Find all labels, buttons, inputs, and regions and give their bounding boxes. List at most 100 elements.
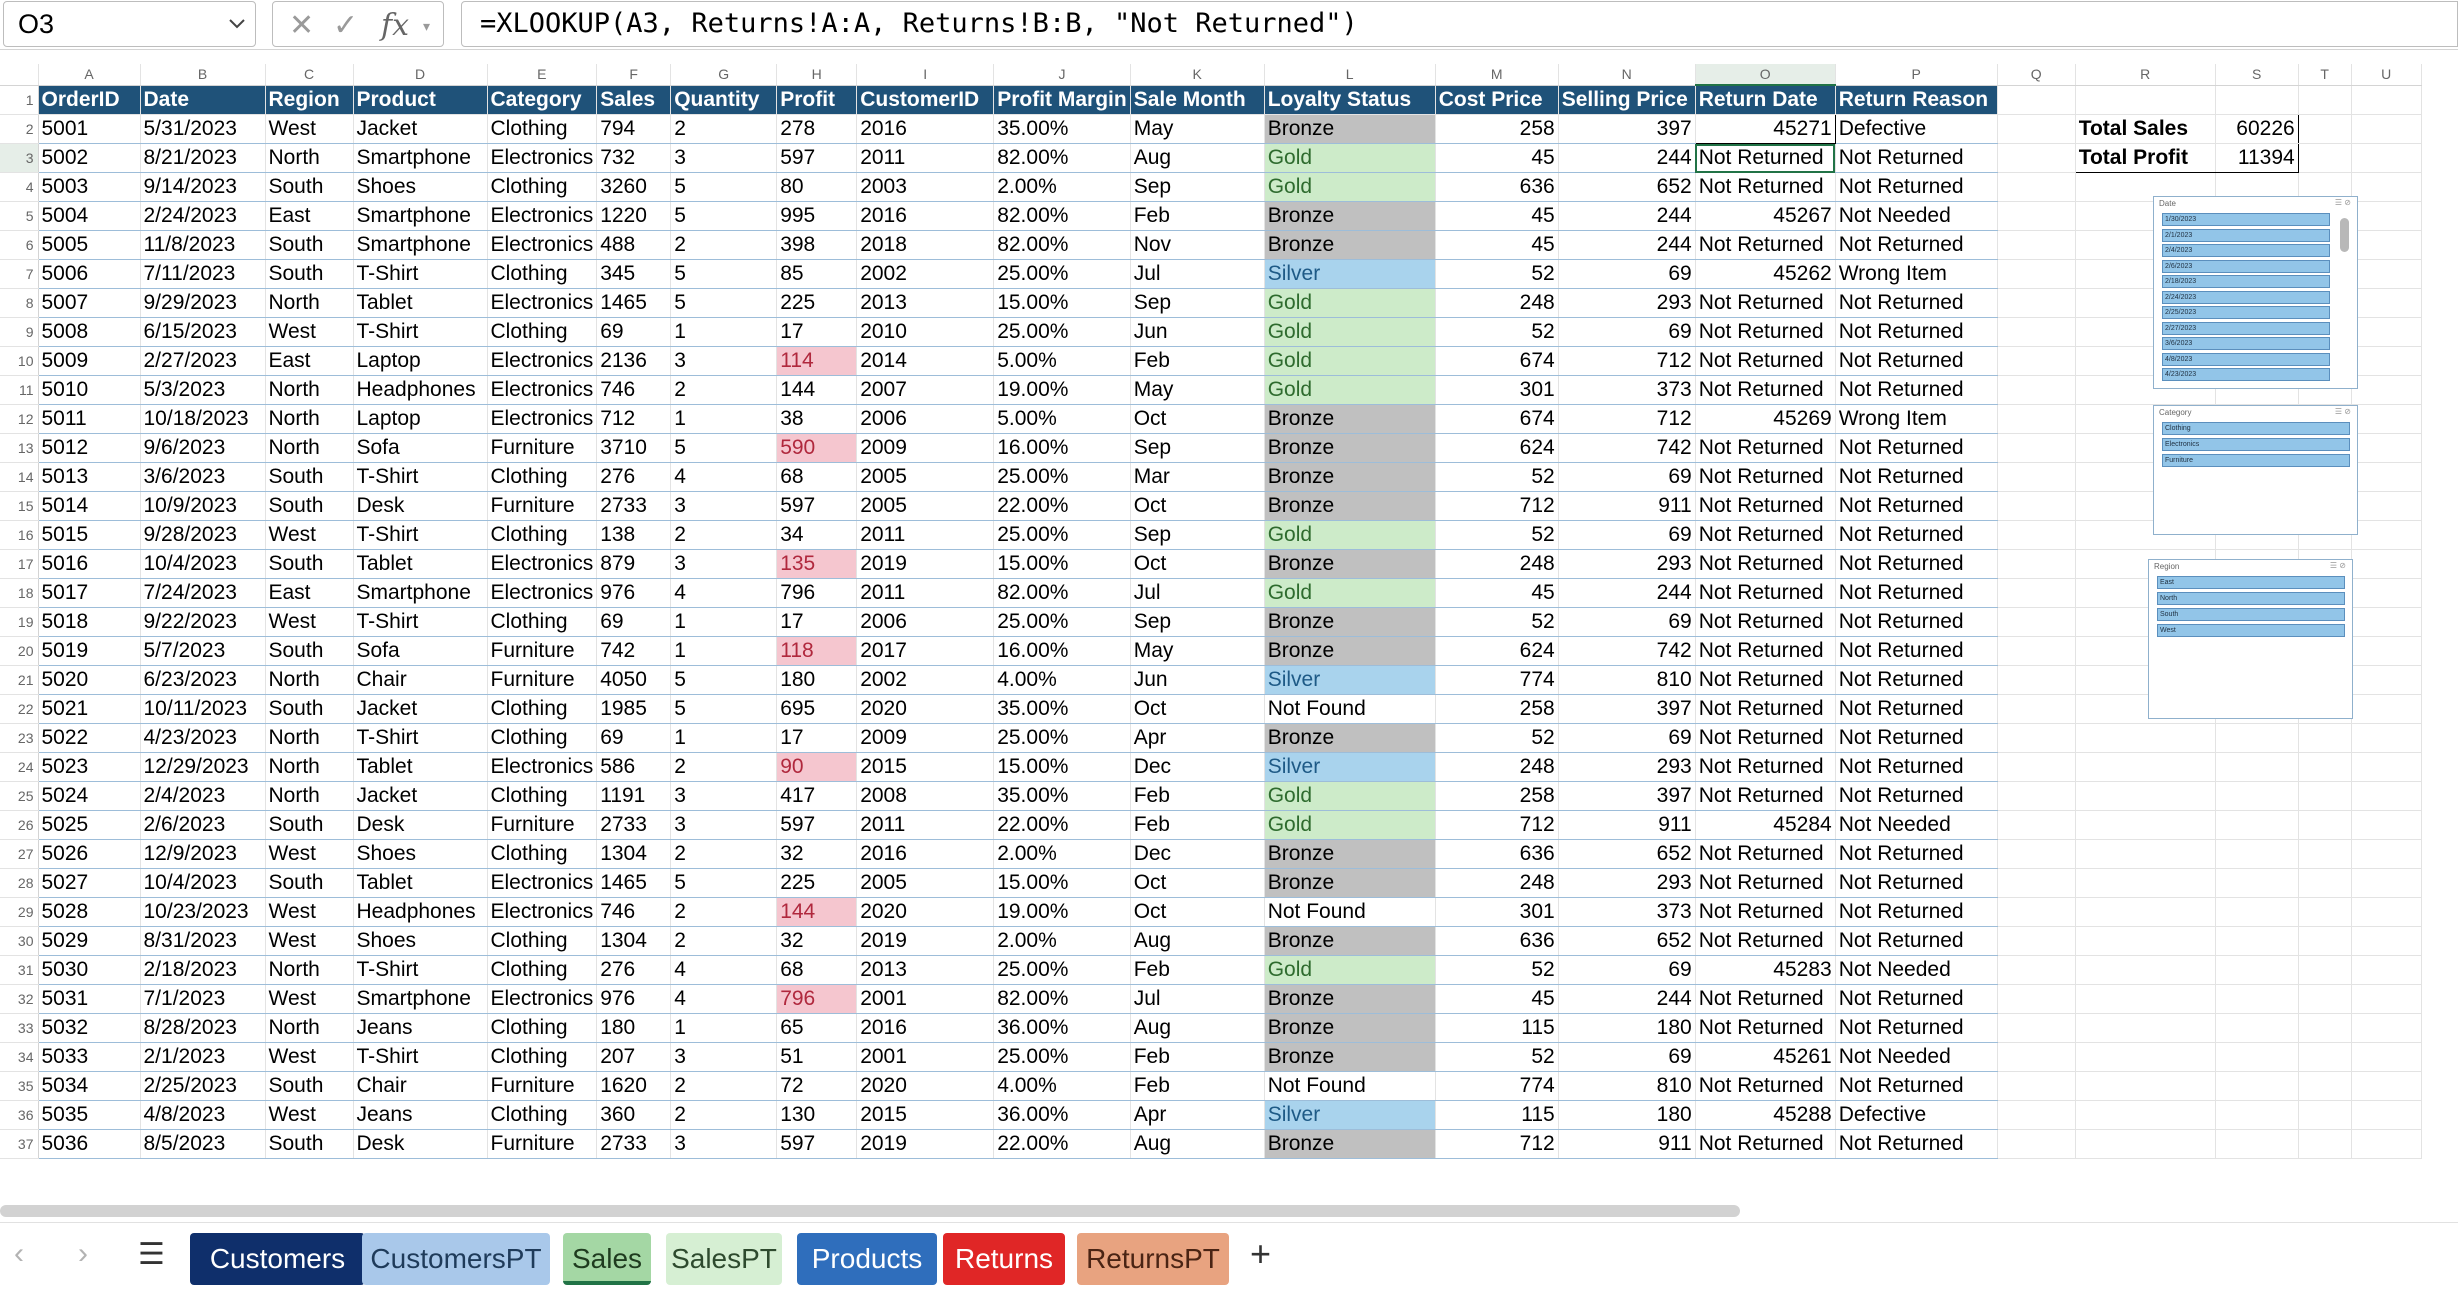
row-header[interactable]: 34 [0,1042,39,1072]
empty-cell[interactable] [2215,984,2299,1014]
product-cell[interactable]: Laptop [353,346,488,376]
loyalty-status-cell[interactable]: Bronze [1264,607,1436,637]
empty-cell[interactable] [2215,1013,2299,1043]
customer-id-cell[interactable]: 2011 [856,520,995,550]
quantity-cell[interactable]: 4 [670,462,778,492]
return-reason-cell[interactable]: Not Returned [1835,317,1998,347]
selling-price-cell[interactable]: 180 [1558,1100,1696,1130]
customer-id-cell[interactable]: 2016 [856,114,995,144]
profit-cell[interactable]: 68 [776,955,858,985]
sales-cell[interactable]: 1620 [596,1071,672,1101]
category-cell[interactable]: Furniture [487,1071,598,1101]
column-header[interactable]: N [1558,64,1696,86]
profit-margin-cell[interactable]: 15.00% [993,288,1131,318]
region-cell[interactable]: West [265,114,354,144]
sale-month-cell[interactable]: Dec [1130,839,1265,869]
sale-month-cell[interactable]: Aug [1130,1129,1265,1159]
loyalty-status-cell[interactable]: Bronze [1264,404,1436,434]
quantity-cell[interactable]: 5 [670,694,778,724]
profit-cell[interactable]: 225 [776,868,858,898]
sale-month-cell[interactable]: Oct [1130,694,1265,724]
sheet-tab-products[interactable]: Products [797,1233,937,1285]
product-cell[interactable]: T-Shirt [353,955,488,985]
loyalty-status-cell[interactable]: Gold [1264,520,1436,550]
return-reason-cell[interactable]: Not Needed [1835,1042,1998,1072]
empty-cell[interactable] [2298,810,2352,840]
return-date-cell[interactable]: Not Returned [1695,1013,1836,1043]
product-cell[interactable]: Desk [353,491,488,521]
column-title-cell[interactable]: Profit [776,85,858,115]
customer-id-cell[interactable]: 2019 [856,549,995,579]
category-cell[interactable]: Clothing [487,781,598,811]
column-header[interactable]: B [140,64,266,86]
loyalty-status-cell[interactable]: Not Found [1264,1071,1436,1101]
empty-cell[interactable] [1997,201,2076,231]
selling-price-cell[interactable]: 911 [1558,1129,1696,1159]
cost-price-cell[interactable]: 115 [1435,1100,1559,1130]
selling-price-cell[interactable]: 244 [1558,230,1696,260]
add-sheet-icon[interactable]: + [1250,1233,1271,1275]
cost-price-cell[interactable]: 636 [1435,926,1559,956]
profit-margin-cell[interactable]: 22.00% [993,810,1131,840]
profit-margin-cell[interactable]: 82.00% [993,143,1131,173]
cost-price-cell[interactable]: 52 [1435,462,1559,492]
product-cell[interactable]: Tablet [353,288,488,318]
date-cell[interactable]: 2/18/2023 [140,955,266,985]
column-title-cell[interactable]: Return Reason [1835,85,1998,115]
sales-cell[interactable]: 746 [596,375,672,405]
sale-month-cell[interactable]: Sep [1130,172,1265,202]
empty-cell[interactable] [2215,1100,2299,1130]
date-cell[interactable]: 7/24/2023 [140,578,266,608]
row-header[interactable]: 15 [0,491,39,521]
category-cell[interactable]: Furniture [487,636,598,666]
sale-month-cell[interactable]: May [1130,375,1265,405]
selling-price-cell[interactable]: 69 [1558,462,1696,492]
row-header[interactable]: 9 [0,317,39,347]
sale-month-cell[interactable]: Feb [1130,1071,1265,1101]
cost-price-cell[interactable]: 52 [1435,520,1559,550]
return-date-cell[interactable]: Not Returned [1695,694,1836,724]
sales-cell[interactable]: 976 [596,984,672,1014]
slicer-item[interactable]: 2/24/2023 [2162,290,2330,304]
cost-price-cell[interactable]: 774 [1435,665,1559,695]
region-cell[interactable]: South [265,1071,354,1101]
profit-margin-cell[interactable]: 25.00% [993,1042,1131,1072]
category-cell[interactable]: Furniture [487,491,598,521]
customer-id-cell[interactable]: 2016 [856,1013,995,1043]
insert-function-icon[interactable]: fx [381,8,409,43]
empty-cell[interactable] [1997,694,2076,724]
cost-price-cell[interactable]: 624 [1435,636,1559,666]
loyalty-status-cell[interactable]: Bronze [1264,114,1436,144]
column-header[interactable]: C [265,64,354,86]
column-header[interactable]: H [776,64,858,86]
column-header[interactable]: U [2351,64,2422,86]
column-title-cell[interactable]: Sale Month [1130,85,1265,115]
sheet-tab-customers[interactable]: Customers [190,1233,365,1285]
profit-margin-cell[interactable]: 22.00% [993,491,1131,521]
cost-price-cell[interactable]: 301 [1435,897,1559,927]
category-cell[interactable]: Clothing [487,172,598,202]
profit-cell[interactable]: 85 [776,259,858,289]
empty-cell[interactable] [2215,1042,2299,1072]
customer-id-cell[interactable]: 2005 [856,491,995,521]
column-title-cell[interactable]: Return Date [1695,85,1836,115]
empty-cell[interactable] [2351,259,2422,289]
row-header[interactable]: 12 [0,404,39,434]
order-id-cell[interactable]: 5020 [38,665,141,695]
empty-cell[interactable] [2351,346,2422,376]
cost-price-cell[interactable]: 45 [1435,201,1559,231]
profit-cell[interactable]: 34 [776,520,858,550]
category-cell[interactable]: Clothing [487,317,598,347]
customer-id-cell[interactable]: 2005 [856,462,995,492]
order-id-cell[interactable]: 5004 [38,201,141,231]
return-reason-cell[interactable]: Not Returned [1835,1013,1998,1043]
empty-cell[interactable] [2351,810,2422,840]
region-cell[interactable]: North [265,288,354,318]
category-cell[interactable]: Clothing [487,839,598,869]
category-cell[interactable]: Clothing [487,114,598,144]
region-cell[interactable]: North [265,781,354,811]
column-header[interactable]: M [1435,64,1559,86]
region-cell[interactable]: North [265,1013,354,1043]
quantity-cell[interactable]: 4 [670,578,778,608]
empty-cell[interactable] [2298,839,2352,869]
